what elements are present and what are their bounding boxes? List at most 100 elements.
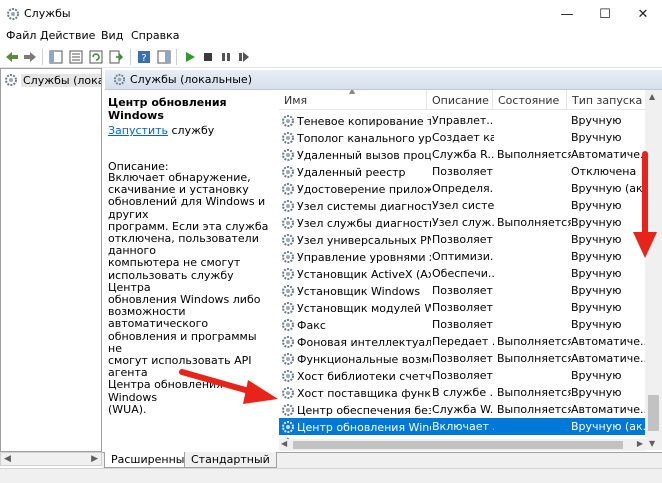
column-header-startup[interactable]: Тип запуска: [567, 90, 645, 110]
back-button[interactable]: [4, 49, 20, 65]
service-row[interactable]: Установщик Windows Позволяет... Вручную: [279, 282, 645, 299]
service-gear-icon: [282, 268, 294, 280]
list-vertical-scrollbar[interactable]: ▲ ▼: [645, 90, 662, 450]
console-tree: Службы (локалы: [0, 68, 102, 452]
service-description: Определя...: [432, 182, 494, 195]
maximize-button[interactable]: ☐: [586, 0, 624, 28]
status-bar: [0, 468, 662, 483]
scroll-left-icon[interactable]: ◀: [4, 454, 11, 464]
description-line: смогут использовать API агента: [108, 354, 252, 380]
restart-icon: [239, 52, 249, 62]
refresh-button[interactable]: [88, 49, 104, 65]
service-description: Передает ...: [432, 335, 494, 348]
service-row[interactable]: Установщик ActiveX (AxIns...Обеспечи... В…: [279, 265, 645, 282]
service-startup-type: Вручную: [571, 369, 622, 382]
service-description: Управлет...: [432, 114, 494, 127]
service-gear-icon: [282, 302, 294, 314]
scroll-down-icon[interactable]: ▼: [649, 439, 655, 448]
tree-horizontal-scrollbar[interactable]: ◀ ▶: [0, 452, 102, 466]
service-row[interactable]: Хост поставщика функци...В службе ...Вып…: [279, 384, 645, 401]
service-row[interactable]: Узел универсальных PNP-...Позволяет... Вр…: [279, 231, 645, 248]
scrollbar-thumb[interactable]: [293, 441, 623, 449]
service-gear-icon: [282, 370, 294, 382]
help-icon: ?: [138, 51, 150, 64]
export-list-button[interactable]: [108, 49, 124, 65]
start-service-button[interactable]: [182, 49, 198, 65]
sort-ascending-icon: ▲: [349, 90, 356, 95]
service-row[interactable]: Хост библиотеки счетчика...Позволяет... В…: [279, 367, 645, 384]
help-button[interactable]: ?: [136, 49, 152, 65]
service-name-cell: Хост поставщика функци...: [281, 386, 431, 400]
service-name-cell: Фоновая интеллектуальна...: [281, 335, 431, 349]
service-row-selected[interactable]: Центр обновления WindowsВключает ... Вруч…: [279, 418, 645, 435]
back-arrow-icon: [6, 52, 18, 62]
service-row[interactable]: Фоновая интеллектуальна...Передает ...Вы…: [279, 333, 645, 350]
services-gear-icon: [113, 73, 126, 86]
menu-action[interactable]: Действие: [40, 29, 95, 42]
service-startup-type: Вручную (ак...: [571, 182, 645, 195]
close-button[interactable]: ✕: [624, 0, 662, 28]
column-header-description[interactable]: Описание: [427, 90, 493, 110]
tab-standard[interactable]: Стандартный: [184, 452, 277, 468]
service-name-cell: Узел системы диагностики: [281, 199, 431, 213]
tree-node-services-local[interactable]: Службы (локалы: [4, 72, 101, 88]
service-gear-icon: [282, 336, 294, 348]
description-line: компьютера не смогут: [108, 256, 241, 270]
forward-button[interactable]: [22, 49, 38, 65]
pause-service-button[interactable]: [218, 49, 234, 65]
properties-icon: [69, 50, 83, 64]
service-row[interactable]: Удаленный реестр Позволяет... Отключена: [279, 163, 645, 180]
menu-file[interactable]: Файл: [6, 29, 36, 42]
service-name-cell: Центр обеспечения безоп...: [281, 403, 431, 417]
scrollbar-thumb[interactable]: [648, 395, 659, 431]
scroll-right-icon[interactable]: ▶: [637, 439, 643, 448]
forward-arrow-icon: [24, 52, 36, 62]
refresh-icon: [89, 50, 103, 64]
service-name: Узел службы диагностики: [297, 216, 431, 230]
restart-service-button[interactable]: [236, 49, 252, 65]
scroll-left-icon[interactable]: ◀: [281, 439, 287, 448]
scroll-up-icon[interactable]: ▲: [649, 92, 655, 101]
service-row[interactable]: Факс Позволяет... Вручную: [279, 316, 645, 333]
service-row[interactable]: Удостоверение приложенияОпределя... Вручн…: [279, 180, 645, 197]
service-gear-icon: [282, 166, 294, 178]
service-description: Позволяет...: [432, 301, 494, 314]
service-name-cell: Удостоверение приложения: [281, 182, 431, 196]
service-startup-type: Вручную: [571, 301, 622, 314]
properties-view-button[interactable]: [68, 49, 84, 65]
menu-view[interactable]: Вид: [101, 29, 123, 42]
show-hide-tree-button[interactable]: [48, 49, 64, 65]
column-header-state[interactable]: Состояние: [493, 90, 567, 110]
menu-help[interactable]: Справка: [131, 29, 179, 42]
service-row[interactable]: Функциональные возмож...Позволяет...Выпо…: [279, 350, 645, 367]
scroll-right-icon[interactable]: ▶: [91, 454, 98, 464]
service-startup-type: Вручную: [571, 318, 622, 331]
service-row[interactable]: Удаленный вызов процеду...Служба R...Вып…: [279, 146, 645, 163]
minimize-button[interactable]: —: [548, 0, 586, 28]
service-row[interactable]: Узел системы диагностикиУзел систе... Вру…: [279, 197, 645, 214]
service-description: Позволяет...: [432, 352, 494, 365]
service-row[interactable]: Тополог канального уровняСоздает ка... Вр…: [279, 129, 645, 146]
list-horizontal-scrollbar[interactable]: ◀ ▶: [279, 439, 645, 451]
service-description: Позволяет...: [432, 233, 494, 246]
start-service-link[interactable]: Запустить: [108, 124, 168, 137]
service-row[interactable]: Управление уровнями хра...Оптимизи... Вру…: [279, 248, 645, 265]
service-row[interactable]: Узел службы диагностикиУзел служ...Выпол…: [279, 214, 645, 231]
view-tabs: Расширенный Стандартный: [102, 452, 662, 468]
service-row[interactable]: Установщик модулей Win...Позволяет... Вру…: [279, 299, 645, 316]
tab-label: Расширенный: [111, 453, 192, 466]
service-state: Выполняется: [497, 335, 571, 348]
stop-service-button[interactable]: [200, 49, 216, 65]
service-row[interactable]: Теневое копирование томаУправлет... Вручн…: [279, 112, 645, 129]
column-header-name[interactable]: ▲ Имя: [279, 90, 427, 110]
column-header-label: Описание: [432, 93, 489, 107]
service-name-cell: Хост библиотеки счетчика...: [281, 369, 431, 383]
maximize-icon: ☐: [599, 6, 611, 22]
service-name-cell: Установщик ActiveX (AxIns...: [281, 267, 431, 281]
service-state: Выполняется: [497, 148, 571, 161]
close-icon: ✕: [637, 6, 649, 22]
service-startup-type: Вручную: [571, 199, 622, 212]
service-row[interactable]: Центр обеспечения безоп...Служба W...Вып…: [279, 401, 645, 418]
toolbar-separator: [176, 49, 177, 65]
action-pane-button[interactable]: [156, 49, 172, 65]
